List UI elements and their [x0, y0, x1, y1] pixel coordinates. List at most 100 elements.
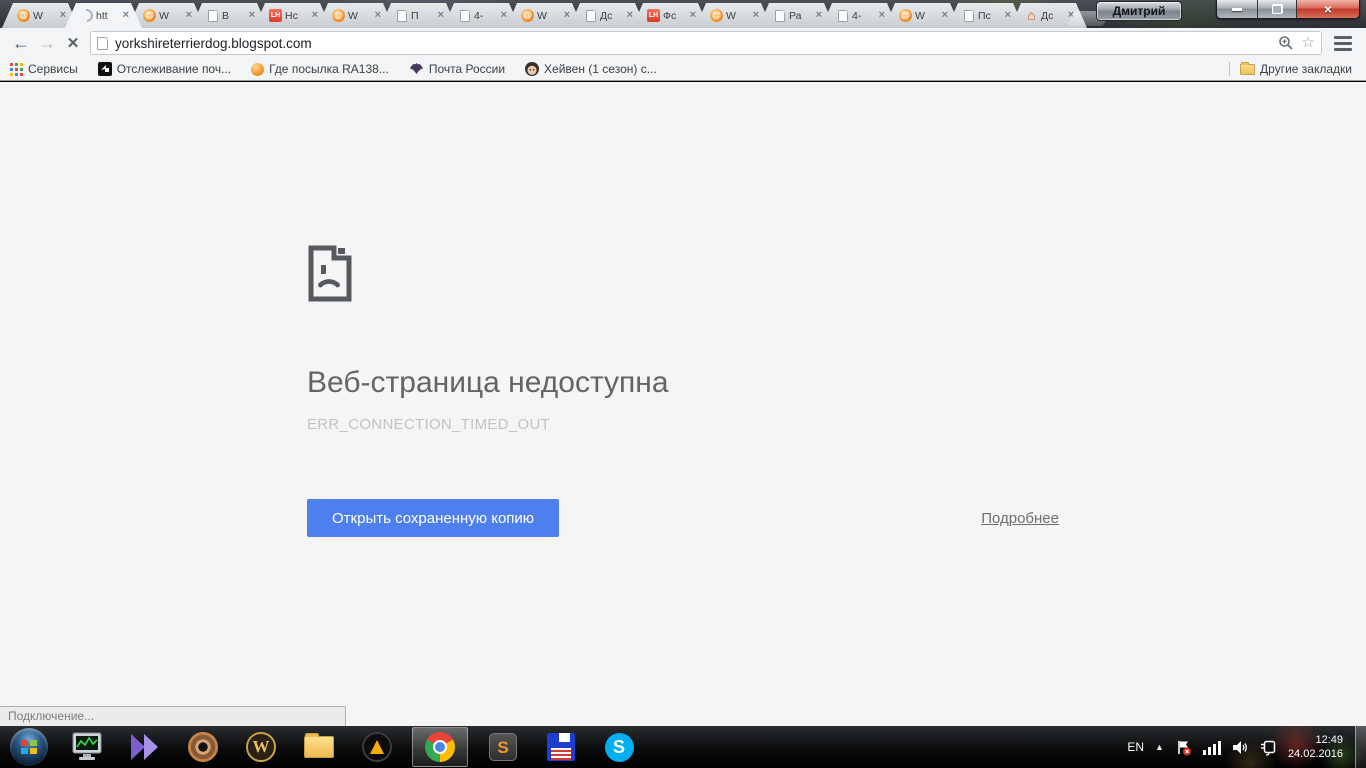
sublime-text-icon: S	[489, 733, 517, 761]
bookmark-label: Хейвен (1 сезон) с...	[544, 62, 657, 76]
bookmark-package[interactable]: Где посылка RA138...	[251, 62, 389, 76]
folder-icon	[1240, 61, 1256, 75]
tab-title: 4-	[474, 9, 484, 22]
forward-arrow-icon: →	[38, 32, 56, 53]
taskbar-aimp[interactable]	[354, 727, 400, 767]
error-code: ERR_CONNECTION_TIMED_OUT	[307, 416, 551, 433]
tab-close-icon[interactable]: ×	[123, 10, 129, 21]
minimize-button[interactable]	[1217, 0, 1258, 18]
taskbar-world-of-warcraft[interactable]: W	[238, 727, 284, 767]
tab-title: W	[915, 9, 925, 22]
tab-title: W	[348, 9, 358, 22]
document-favicon-icon	[586, 9, 596, 22]
network-signal-icon[interactable]	[1202, 740, 1221, 755]
tab-close-icon[interactable]: ×	[1005, 10, 1011, 21]
bookmark-label: Отслеживание поч...	[116, 62, 232, 76]
toolbar: ← → ✕ yorkshireterrierdog.blogspot.com ☆	[0, 28, 1366, 58]
orange-at-favicon-icon	[143, 9, 156, 22]
other-bookmarks-button[interactable]: Другие закладки	[1240, 61, 1352, 76]
action-center-flag-icon[interactable]	[1175, 739, 1192, 756]
bookmark-russian-post[interactable]: Почта России	[409, 62, 505, 76]
bookmark-label: Где посылка RA138...	[269, 62, 389, 76]
details-link[interactable]: Подробнее	[981, 510, 1059, 527]
bookmark-apps[interactable]: Сервисы	[10, 62, 78, 76]
tab-close-icon[interactable]: ×	[375, 10, 381, 21]
restore-button[interactable]	[1258, 0, 1297, 18]
skype-icon: S	[604, 732, 634, 762]
bookmark-label: Сервисы	[28, 62, 78, 76]
taskbar-sublime-text[interactable]: S	[480, 727, 526, 767]
taskbar-system-monitor[interactable]	[64, 727, 110, 767]
orange-at-favicon-icon	[521, 9, 534, 22]
tab-close-icon[interactable]: ×	[60, 10, 66, 21]
language-indicator[interactable]: EN	[1127, 740, 1144, 754]
show-desktop-button[interactable]	[1355, 726, 1366, 768]
taskbar-file-explorer[interactable]	[296, 727, 342, 767]
hidden-icons-button[interactable]: ▲	[1155, 742, 1164, 752]
screen: W × htt × W × В × Нс ×	[0, 0, 1366, 768]
zoom-magnifier-icon[interactable]	[1278, 35, 1294, 51]
orange-at-favicon-icon	[710, 9, 723, 22]
taskbar-chrome-active[interactable]	[412, 727, 468, 767]
tab-close-icon[interactable]: ×	[312, 10, 318, 21]
tab-title: W	[33, 9, 43, 22]
tab-close-icon[interactable]: ×	[501, 10, 507, 21]
bookmarks-bar: Сервисы Отслеживание поч... Где посылка …	[0, 58, 1366, 81]
bookmark-tracking[interactable]: Отслеживание поч...	[97, 62, 232, 76]
world-of-warcraft-icon: W	[246, 732, 276, 762]
tab-close-icon[interactable]: ×	[753, 10, 759, 21]
document-favicon-icon	[964, 9, 974, 22]
page-icon	[97, 36, 108, 50]
loading-spinner-icon	[77, 6, 96, 25]
menu-hamburger-icon[interactable]	[1328, 30, 1358, 56]
window-controls: ×	[1216, 0, 1360, 19]
clock[interactable]: 12:49 24.02.2016	[1288, 733, 1343, 761]
tab-close-icon[interactable]: ×	[627, 10, 633, 21]
system-tray: EN ▲ 12:49 24.02.2016	[1127, 733, 1347, 761]
bookmark-haven[interactable]: Хейвен (1 сезон) с...	[525, 62, 657, 76]
profile-button[interactable]: Дмитрий	[1096, 1, 1182, 21]
taskbar: W S S EN ▲ 12:49 24.02.2016	[0, 726, 1366, 768]
minimize-icon	[1232, 7, 1242, 11]
forward-button[interactable]: →	[34, 30, 60, 56]
taskbar-skype[interactable]: S	[596, 727, 642, 767]
clock-time: 12:49	[1315, 734, 1343, 746]
file-explorer-icon	[304, 733, 334, 758]
tab-close-icon[interactable]: ×	[816, 10, 822, 21]
google-chrome-icon	[425, 732, 455, 762]
back-button[interactable]: ←	[8, 30, 34, 56]
floppy-save-icon	[547, 733, 575, 761]
aimp-player-icon	[362, 732, 392, 762]
tab-title: W	[726, 9, 736, 22]
tab-title: htt	[96, 9, 108, 22]
tab-title: Ра	[789, 9, 802, 22]
open-cached-copy-button[interactable]: Открыть сохраненную копию	[307, 499, 560, 537]
stop-button[interactable]: ✕	[60, 30, 86, 56]
stop-icon: ✕	[66, 35, 80, 52]
close-button[interactable]: ×	[1297, 0, 1359, 18]
bookmark-label: Почта России	[428, 62, 506, 76]
face-icon	[525, 62, 540, 76]
volume-icon[interactable]	[1232, 739, 1249, 756]
connection-plug-icon[interactable]	[1260, 739, 1277, 756]
start-button[interactable]	[6, 727, 52, 767]
document-favicon-icon	[775, 9, 785, 22]
omnibox[interactable]: yorkshireterrierdog.blogspot.com ☆	[90, 31, 1322, 55]
tab-close-icon[interactable]: ×	[249, 10, 255, 21]
tab-close-icon[interactable]: ×	[942, 10, 948, 21]
document-favicon-icon	[460, 9, 470, 22]
page-content: Веб-страница недоступна ERR_CONNECTION_T…	[0, 82, 1366, 726]
tab-close-icon[interactable]: ×	[690, 10, 696, 21]
taskbar-disc-emulator[interactable]	[180, 727, 226, 767]
error-page: Веб-страница недоступна ERR_CONNECTION_T…	[307, 245, 1059, 537]
tab-active[interactable]: htt ×	[65, 3, 142, 28]
url-input[interactable]: yorkshireterrierdog.blogspot.com	[115, 36, 1278, 51]
taskbar-kmplayer[interactable]	[122, 727, 168, 767]
tab-close-icon[interactable]: ×	[564, 10, 570, 21]
bookmark-star-icon[interactable]: ☆	[1302, 35, 1315, 51]
document-favicon-icon	[838, 9, 848, 22]
tab-close-icon[interactable]: ×	[438, 10, 444, 21]
tab-close-icon[interactable]: ×	[186, 10, 192, 21]
taskbar-floppy-save[interactable]	[538, 727, 584, 767]
tab-close-icon[interactable]: ×	[879, 10, 885, 21]
